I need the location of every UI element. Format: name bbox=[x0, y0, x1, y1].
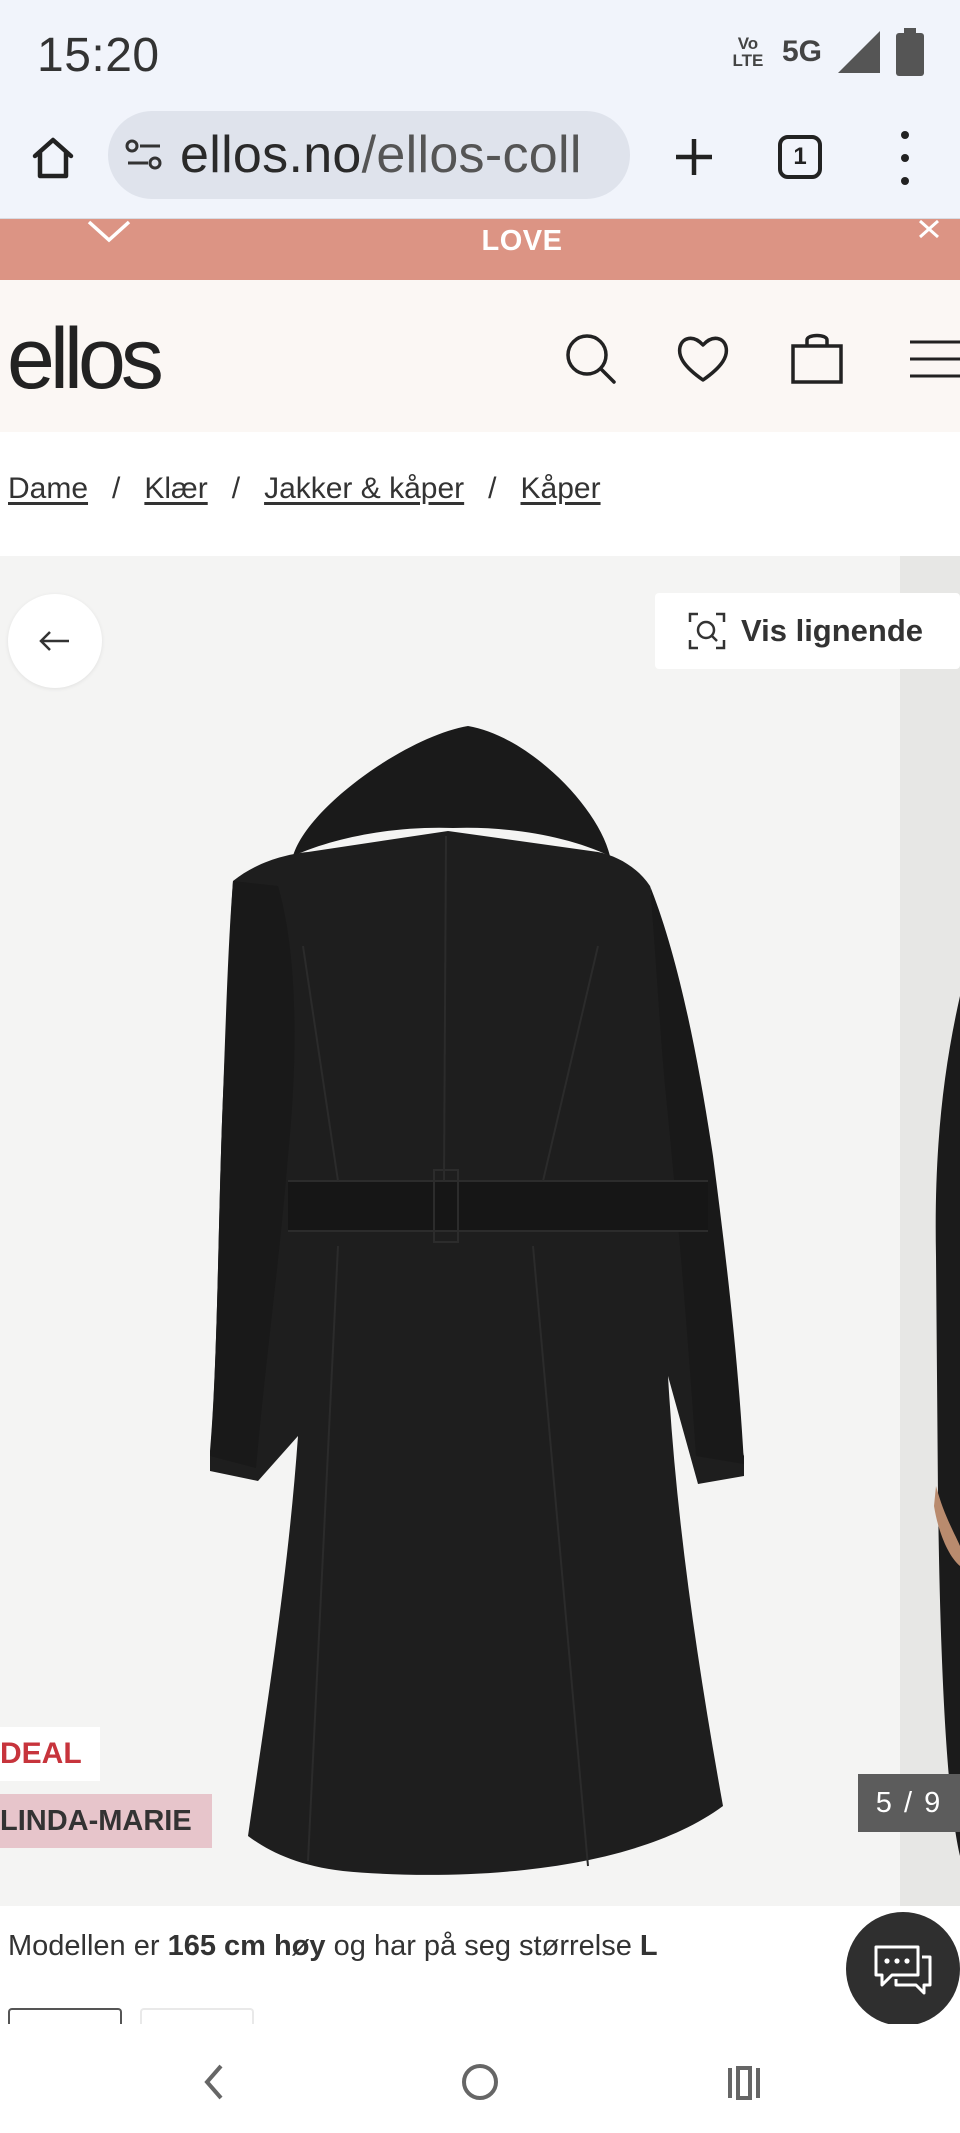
url-text[interactable]: ellos.no/ellos-coll bbox=[180, 125, 582, 185]
menu-dot bbox=[901, 154, 909, 162]
home-button[interactable] bbox=[24, 129, 82, 187]
breadcrumb-klaer[interactable]: Klær bbox=[144, 472, 207, 506]
chat-button[interactable] bbox=[846, 1912, 960, 2026]
breadcrumb-jakker-kaper[interactable]: Jakker & kåper bbox=[264, 472, 464, 506]
status-icons: Vo LTE 5G bbox=[728, 28, 924, 76]
model-info-middle: og har på seg størrelse bbox=[325, 1930, 640, 1962]
tab-switcher-button[interactable]: 1 bbox=[778, 135, 822, 179]
breadcrumb-separator: / bbox=[488, 472, 497, 505]
network-type: 5G bbox=[781, 35, 822, 68]
brand-badge: LINDA-MARIE bbox=[0, 1794, 212, 1848]
address-bar[interactable]: ellos.no/ellos-coll bbox=[108, 111, 630, 199]
recents-icon bbox=[728, 2066, 760, 2100]
model-info-prefix: Modellen er bbox=[8, 1930, 168, 1962]
plus-icon bbox=[676, 139, 712, 175]
model-size: L bbox=[639, 1930, 658, 1962]
breadcrumb: Dame / Klær / Jakker & kåper / Kåper bbox=[8, 472, 601, 506]
previous-image-button[interactable] bbox=[8, 594, 102, 688]
system-navigation-bar bbox=[0, 2024, 960, 2133]
chat-icon bbox=[874, 1945, 932, 1995]
breadcrumb-dame[interactable]: Dame bbox=[8, 472, 88, 506]
shopping-bag-icon[interactable] bbox=[787, 328, 847, 388]
home-icon bbox=[32, 137, 74, 179]
url-domain: ellos.no bbox=[180, 126, 362, 184]
close-icon[interactable] bbox=[914, 219, 948, 239]
new-tab-button[interactable] bbox=[664, 127, 724, 187]
next-image-preview[interactable] bbox=[900, 556, 960, 1906]
breadcrumb-kaper[interactable]: Kåper bbox=[521, 472, 601, 506]
nav-recents-button[interactable] bbox=[714, 2052, 774, 2112]
signal-icon bbox=[838, 31, 880, 73]
search-icon[interactable] bbox=[560, 328, 620, 388]
model-photo-peek bbox=[934, 996, 960, 1856]
arrow-left-icon bbox=[39, 631, 69, 651]
coat-product-image bbox=[210, 726, 744, 1875]
promo-banner[interactable]: LOVE bbox=[0, 219, 960, 280]
home-circle-icon bbox=[462, 2064, 498, 2100]
breadcrumb-separator: / bbox=[112, 472, 121, 505]
heart-icon[interactable] bbox=[673, 328, 733, 388]
menu-dot bbox=[901, 177, 909, 185]
breadcrumb-separator: / bbox=[231, 472, 241, 505]
browser-toolbar: ellos.no/ellos-coll 1 bbox=[0, 105, 960, 219]
status-bar: 15:20 Vo LTE 5G bbox=[0, 0, 960, 105]
back-icon bbox=[204, 2064, 223, 2100]
hamburger-menu-icon[interactable] bbox=[902, 328, 960, 388]
product-image-gallery[interactable]: Vis lignende DEAL LINDA-MARIE 5 / 9 bbox=[0, 556, 960, 1906]
status-time: 15:20 bbox=[37, 29, 160, 82]
site-info-icon[interactable] bbox=[124, 137, 164, 173]
model-info: Modellen er 165 cm høy og har på seg stø… bbox=[8, 1930, 658, 1963]
promo-text: LOVE bbox=[481, 225, 563, 257]
ellos-logo[interactable]: ellos bbox=[7, 310, 164, 409]
site-header: ellos bbox=[0, 280, 960, 432]
deal-badge: DEAL bbox=[0, 1727, 100, 1781]
browser-menu-button[interactable] bbox=[890, 131, 920, 185]
url-path: /ellos-coll bbox=[361, 126, 582, 184]
visual-search-icon bbox=[688, 612, 726, 650]
menu-dot bbox=[901, 131, 909, 139]
nav-home-button[interactable] bbox=[450, 2052, 510, 2112]
show-similar-label: Vis lignende bbox=[741, 613, 924, 648]
battery-icon bbox=[896, 28, 924, 76]
nav-back-button[interactable] bbox=[184, 2052, 244, 2112]
image-counter: 5 / 9 bbox=[858, 1774, 960, 1832]
model-height: 165 cm høy bbox=[167, 1930, 326, 1962]
volte-indicator: Vo LTE bbox=[732, 34, 764, 70]
